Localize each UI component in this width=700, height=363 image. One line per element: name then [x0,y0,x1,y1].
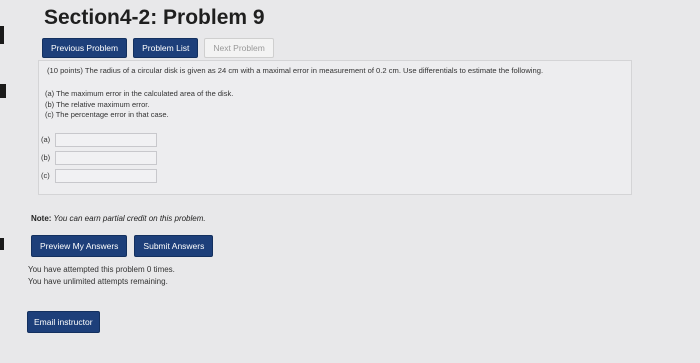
problem-list-button[interactable]: Problem List [133,38,199,58]
problem-parts: (a) The maximum error in the calculated … [45,89,233,121]
answer-actions: Preview My Answers Submit Answers [31,235,214,257]
answer-label-b: (b) [41,153,51,162]
problem-panel: (10 points) The radius of a circular dis… [38,60,632,195]
note-prefix: Note: [31,214,52,223]
attempts-count-text: You have attempted this problem 0 times. [28,265,175,274]
answer-input-a[interactable] [55,133,157,147]
page-title: Section4-2: Problem 9 [44,6,265,29]
edge-marker-middle [0,84,6,98]
answer-label-c: (c) [41,171,50,180]
email-instructor-button[interactable]: Email instructor [27,311,100,333]
previous-problem-button[interactable]: Previous Problem [42,38,128,58]
edge-marker-top [0,26,4,44]
edge-marker-bottom [0,238,4,250]
note-text: You can earn partial credit on this prob… [53,214,206,223]
part-c-text: (c) The percentage error in that case. [45,110,169,119]
submit-answers-button[interactable]: Submit Answers [134,235,214,257]
attempts-info: You have attempted this problem 0 times.… [28,264,175,288]
partial-credit-note: Note: You can earn partial credit on thi… [31,214,206,223]
problem-navigation: Previous Problem Problem List Next Probl… [42,38,274,58]
preview-answers-button[interactable]: Preview My Answers [31,235,128,257]
next-problem-button: Next Problem [204,38,274,58]
answer-label-a: (a) [41,135,51,144]
answer-input-c[interactable] [55,169,157,183]
part-a-text: (a) The maximum error in the calculated … [45,89,234,98]
attempts-remaining-text: You have unlimited attempts remaining. [28,277,168,286]
part-b-text: (b) The relative maximum error. [45,99,150,109]
problem-statement: (10 points) The radius of a circular dis… [47,66,544,75]
answer-input-b[interactable] [55,151,157,165]
